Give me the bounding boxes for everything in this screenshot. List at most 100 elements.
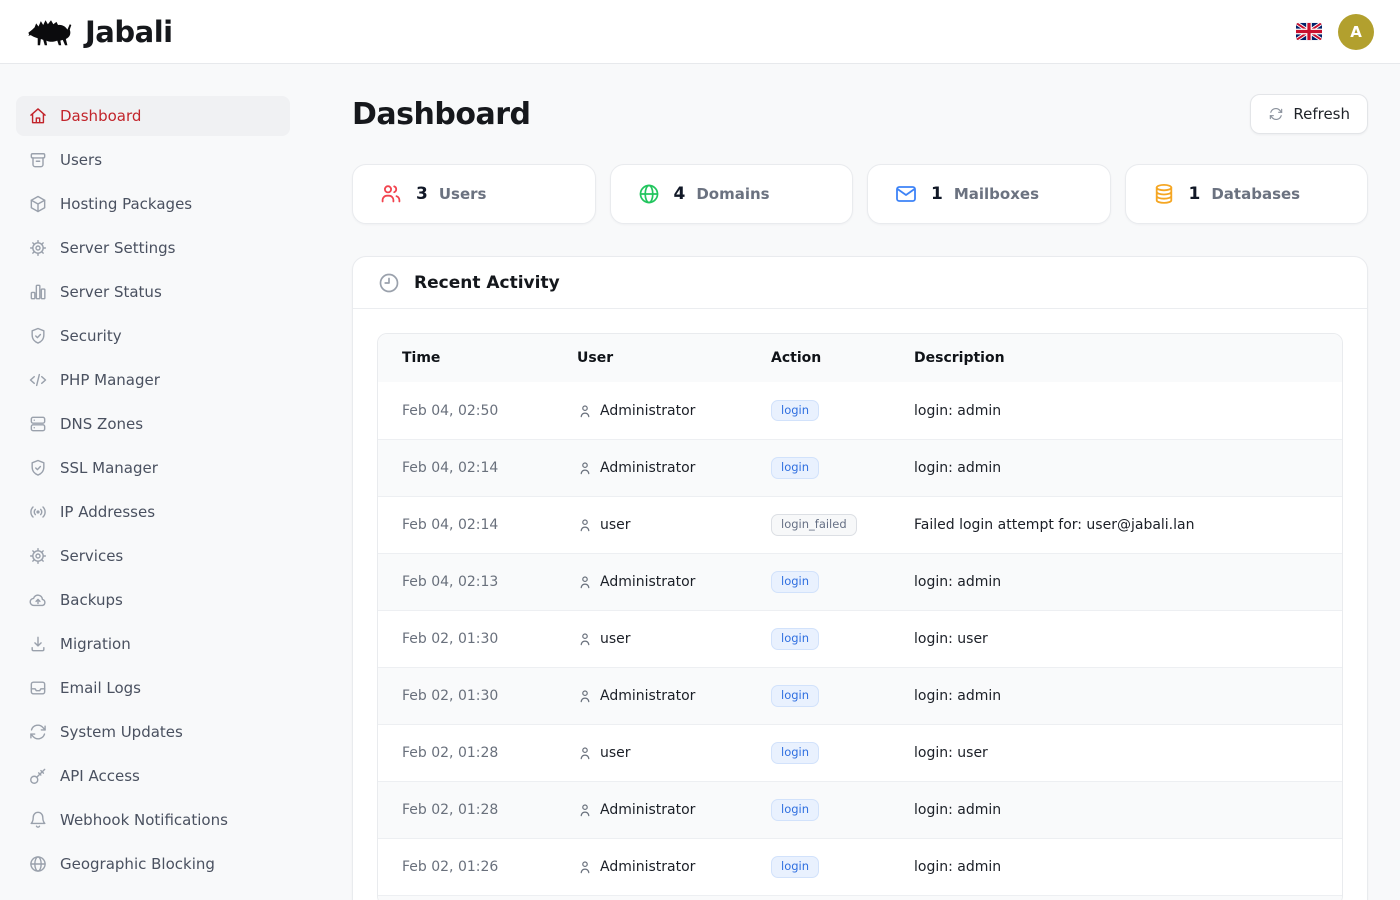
cell-user: user (553, 517, 747, 533)
person-icon (577, 688, 593, 704)
broadcast-icon (28, 502, 48, 522)
stat-label: Mailboxes (954, 185, 1039, 203)
cell-time: Feb 04, 02:14 (378, 460, 553, 476)
sidebar-item-geographic-blocking[interactable]: Geographic Blocking (16, 844, 290, 884)
cell-user: Administrator (553, 460, 747, 476)
cell-action: login (747, 799, 890, 821)
globe-icon (637, 182, 661, 206)
sidebar-item-dashboard[interactable]: Dashboard (16, 96, 290, 136)
refresh-button[interactable]: Refresh (1250, 94, 1368, 134)
main-content: Dashboard Refresh 3 Users 4 Domains 1 Ma… (320, 64, 1400, 900)
cell-description: login: admin (890, 460, 1342, 476)
stat-card-domains[interactable]: 4 Domains (610, 164, 854, 224)
cell-time: Feb 04, 02:13 (378, 574, 553, 590)
cell-action: login (747, 457, 890, 479)
sidebar-item-php-manager[interactable]: PHP Manager (16, 360, 290, 400)
users-icon (379, 182, 403, 206)
database-icon (1152, 182, 1176, 206)
action-badge: login (771, 685, 819, 707)
cell-time: Feb 02, 01:26 (378, 859, 553, 875)
cell-user: user (553, 745, 747, 761)
sidebar-item-api-access[interactable]: API Access (16, 756, 290, 796)
cell-action: login (747, 856, 890, 878)
inbox-icon (28, 678, 48, 698)
cell-action: login (747, 571, 890, 593)
person-icon (577, 403, 593, 419)
cell-time: Feb 02, 01:30 (378, 631, 553, 647)
sidebar-item-label: Migration (60, 635, 131, 653)
column-header-time: Time (378, 350, 553, 366)
page-title: Dashboard (352, 97, 530, 132)
stat-value: 4 (674, 184, 686, 204)
sidebar-item-security[interactable]: Security (16, 316, 290, 356)
shield-check-icon (28, 326, 48, 346)
action-badge: login (771, 799, 819, 821)
sidebar: Dashboard Users Hosting Packages Server … (0, 64, 320, 900)
action-badge: login (771, 856, 819, 878)
sidebar-item-migration[interactable]: Migration (16, 624, 290, 664)
stat-value: 1 (931, 184, 943, 204)
cell-description: login: admin (890, 859, 1342, 875)
boar-logo-icon (26, 14, 76, 50)
action-badge: login (771, 628, 819, 650)
table-row: Feb 02, 01:30 Administrator login login:… (378, 667, 1342, 724)
sidebar-item-ip-addresses[interactable]: IP Addresses (16, 492, 290, 532)
sidebar-item-server-status[interactable]: Server Status (16, 272, 290, 312)
person-icon (577, 631, 593, 647)
stat-label: Users (439, 185, 487, 203)
person-icon (577, 859, 593, 875)
cell-action: login (747, 400, 890, 422)
cell-description: login: admin (890, 574, 1342, 590)
cell-action: login (747, 628, 890, 650)
sidebar-item-services[interactable]: Services (16, 536, 290, 576)
cell-time: Feb 04, 02:50 (378, 403, 553, 419)
cell-description: login: admin (890, 802, 1342, 818)
sidebar-item-label: PHP Manager (60, 371, 160, 389)
user-avatar[interactable]: A (1338, 14, 1374, 50)
cell-description: login: admin (890, 403, 1342, 419)
cell-description: login: user (890, 631, 1342, 647)
stat-card-mailboxes[interactable]: 1 Mailboxes (867, 164, 1111, 224)
sidebar-item-label: Server Settings (60, 239, 175, 257)
sidebar-item-email-logs[interactable]: Email Logs (16, 668, 290, 708)
sidebar-item-dns-zones[interactable]: DNS Zones (16, 404, 290, 444)
table-row: Feb 04, 02:14 user login_failed Failed l… (378, 496, 1342, 553)
sidebar-item-label: Backups (60, 591, 123, 609)
action-badge: login_failed (771, 514, 857, 536)
sidebar-item-webhook-notifications[interactable]: Webhook Notifications (16, 800, 290, 840)
globe-icon (28, 854, 48, 874)
sidebar-item-system-updates[interactable]: System Updates (16, 712, 290, 752)
stat-card-users[interactable]: 3 Users (352, 164, 596, 224)
cell-time: Feb 02, 01:28 (378, 745, 553, 761)
table-header: Time User Action Description (378, 334, 1342, 382)
refresh-button-label: Refresh (1293, 105, 1350, 123)
sidebar-item-ssl-manager[interactable]: SSL Manager (16, 448, 290, 488)
cell-user: Administrator (553, 859, 747, 875)
column-header-user: User (553, 350, 747, 366)
package-icon (28, 194, 48, 214)
brand[interactable]: Jabali (26, 14, 173, 50)
cell-user: Administrator (553, 688, 747, 704)
person-icon (577, 517, 593, 533)
sidebar-item-backups[interactable]: Backups (16, 580, 290, 620)
table-row: Feb 02, 01:30 user login login: user (378, 610, 1342, 667)
gear-icon (28, 546, 48, 566)
cloud-upload-icon (28, 590, 48, 610)
sidebar-item-label: Services (60, 547, 123, 565)
column-header-action: Action (747, 350, 890, 366)
action-badge: login (771, 457, 819, 479)
sidebar-item-hosting-packages[interactable]: Hosting Packages (16, 184, 290, 224)
table-row: Feb 02, 01:26 Administrator login login:… (378, 838, 1342, 895)
sidebar-item-users[interactable]: Users (16, 140, 290, 180)
sidebar-item-label: API Access (60, 767, 140, 785)
sidebar-item-server-settings[interactable]: Server Settings (16, 228, 290, 268)
stat-card-databases[interactable]: 1 Databases (1125, 164, 1369, 224)
language-flag-icon[interactable] (1296, 22, 1322, 41)
cell-time: Feb 02, 01:30 (378, 688, 553, 704)
person-icon (577, 802, 593, 818)
sidebar-item-label: Server Status (60, 283, 162, 301)
action-badge: login (771, 742, 819, 764)
column-header-description: Description (890, 350, 1342, 366)
sidebar-item-label: Users (60, 151, 102, 169)
table-row-partial (378, 895, 1342, 900)
